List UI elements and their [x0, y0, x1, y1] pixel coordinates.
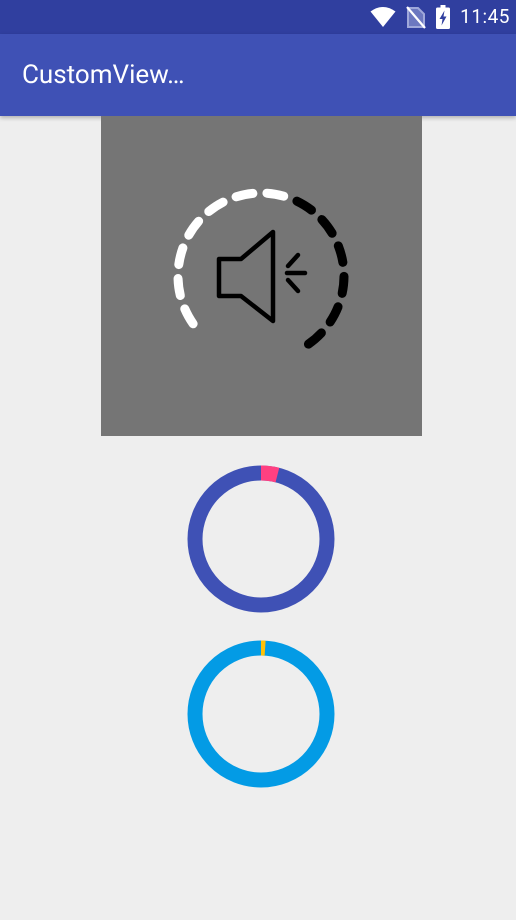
ring-track: [187, 640, 335, 788]
wifi-icon: [370, 7, 396, 27]
volume-level-arc[interactable]: [173, 188, 349, 349]
progress-ring-indigo: [187, 465, 335, 613]
volume-segment: [317, 215, 337, 238]
volume-segment: [174, 243, 188, 270]
status-bar: 11:45: [0, 0, 516, 34]
volume-segment: [204, 197, 228, 216]
ring-track: [187, 465, 335, 613]
volume-segment: [337, 271, 349, 298]
volume-segment: [231, 188, 258, 202]
volume-segment: [180, 304, 198, 329]
no-sim-icon: [406, 6, 427, 29]
app-title: CustomView…: [22, 60, 185, 90]
volume-segment: [333, 241, 348, 267]
app-bar: CustomView…: [0, 34, 516, 116]
volume-segment: [325, 302, 343, 327]
progress-ring-blue: [187, 640, 335, 788]
volume-dial[interactable]: [101, 116, 422, 436]
battery-charging-icon: [436, 5, 451, 29]
status-time: 11:45: [460, 5, 510, 28]
volume-segment: [173, 274, 185, 301]
speaker-volume-icon: [216, 229, 308, 324]
status-icons: 11:45: [370, 0, 510, 34]
volume-segment: [303, 328, 326, 349]
volume-segment: [184, 216, 204, 240]
volume-control-panel[interactable]: [101, 116, 422, 436]
volume-segment: [262, 188, 289, 201]
volume-segment: [292, 196, 316, 215]
